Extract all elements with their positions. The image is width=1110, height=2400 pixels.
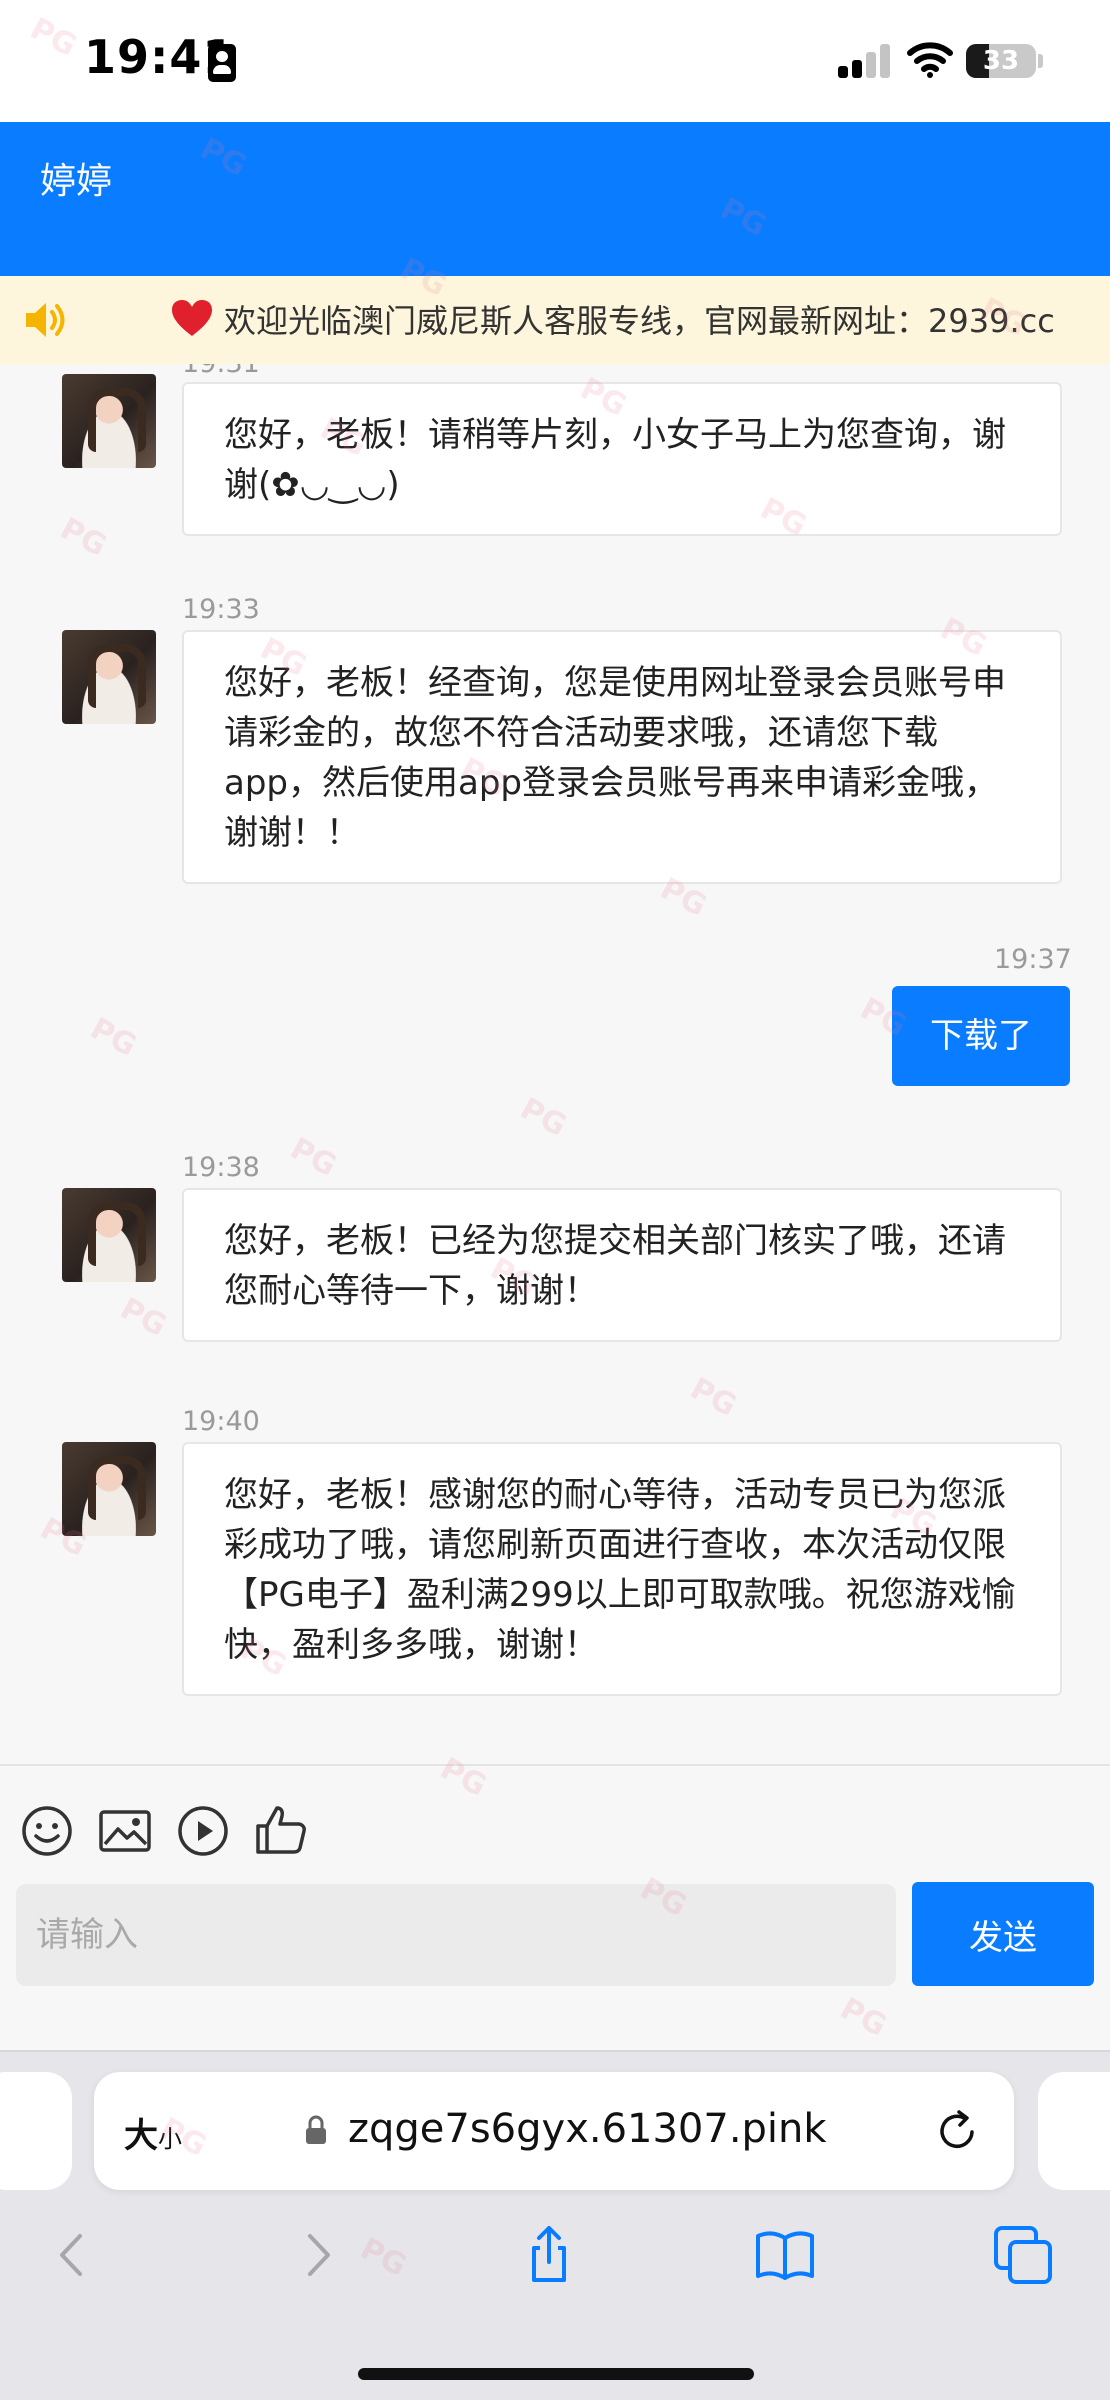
home-indicator[interactable]	[358, 2368, 754, 2380]
status-bar: 19:41 33	[0, 0, 1110, 122]
message-time: 19:38	[182, 1152, 260, 1183]
address-bar[interactable]: 大小 zqge7s6gyx.61307.pink	[94, 2072, 1014, 2190]
composer-toolbar: 发送	[0, 1766, 1110, 2056]
agent-avatar[interactable]	[62, 1188, 156, 1282]
speaker-icon	[26, 303, 65, 337]
wifi-icon	[907, 42, 953, 78]
person-card-icon	[208, 44, 236, 82]
agent-avatar[interactable]	[62, 374, 156, 468]
url-text: zqge7s6gyx.61307.pink	[348, 2106, 827, 2152]
message-bubble: 您好，老板！经查询，您是使用网址登录会员账号申请彩金的，故您不符合活动要求哦，还…	[182, 630, 1062, 884]
chat-header: 婷婷	[0, 122, 1110, 276]
battery-percent: 33	[982, 46, 1020, 76]
heart-icon	[172, 300, 212, 336]
text-size-button[interactable]: 大小	[124, 2108, 182, 2157]
announcement-text: 欢迎光临澳门威尼斯人客服专线，官网最新网址：2939.cc	[224, 302, 1055, 340]
message-input[interactable]	[16, 1884, 896, 1986]
chat-message-list[interactable]: 19:31 您好，老板！请稍等片刻，小女子马上为您查询，谢谢(✿◡‿◡) 19:…	[0, 364, 1110, 1764]
image-icon[interactable]	[98, 1804, 152, 1858]
message-time: 19:31	[182, 364, 260, 379]
lock-icon	[306, 2115, 326, 2144]
tabs-icon[interactable]	[990, 2222, 1056, 2288]
agent-avatar[interactable]	[62, 1442, 156, 1536]
battery-icon: 33	[966, 44, 1036, 78]
message-bubble: 您好，老板！请稍等片刻，小女子马上为您查询，谢谢(✿◡‿◡)	[182, 382, 1062, 536]
forward-icon[interactable]	[284, 2222, 350, 2288]
cellular-signal-icon	[838, 44, 892, 78]
next-tab-preview[interactable]	[1038, 2072, 1110, 2190]
agent-name: 婷婷	[40, 161, 113, 202]
announcement-bar: 欢迎光临澳门威尼斯人客服专线，官网最新网址：2939.cc	[0, 276, 1110, 364]
back-icon[interactable]	[40, 2222, 106, 2288]
thumbs-up-icon[interactable]	[254, 1802, 308, 1856]
send-button[interactable]: 发送	[912, 1882, 1094, 1986]
message-time: 19:37	[994, 944, 1072, 975]
bookmarks-icon[interactable]	[752, 2222, 818, 2288]
text-size-big: 大	[124, 2116, 158, 2156]
text-size-small: 小	[158, 2125, 182, 2153]
battery-tip	[1038, 54, 1043, 68]
message-time: 19:40	[182, 1406, 260, 1437]
message-time: 19:33	[182, 594, 260, 625]
agent-avatar[interactable]	[62, 630, 156, 724]
share-icon[interactable]	[516, 2222, 582, 2288]
video-play-icon[interactable]	[176, 1804, 230, 1858]
reload-icon[interactable]	[934, 2108, 980, 2154]
message-bubble: 您好，老板！感谢您的耐心等待，活动专员已为您派彩成功了哦，请您刷新页面进行查收，…	[182, 1442, 1062, 1696]
emoji-icon[interactable]	[20, 1804, 74, 1858]
message-bubble: 您好，老板！已经为您提交相关部门核实了哦，还请您耐心等待一下，谢谢！	[182, 1188, 1062, 1342]
message-bubble-outgoing: 下载了	[892, 986, 1070, 1086]
previous-tab-preview[interactable]	[0, 2072, 72, 2190]
browser-toolbar: 大小 zqge7s6gyx.61307.pink	[0, 2052, 1110, 2400]
